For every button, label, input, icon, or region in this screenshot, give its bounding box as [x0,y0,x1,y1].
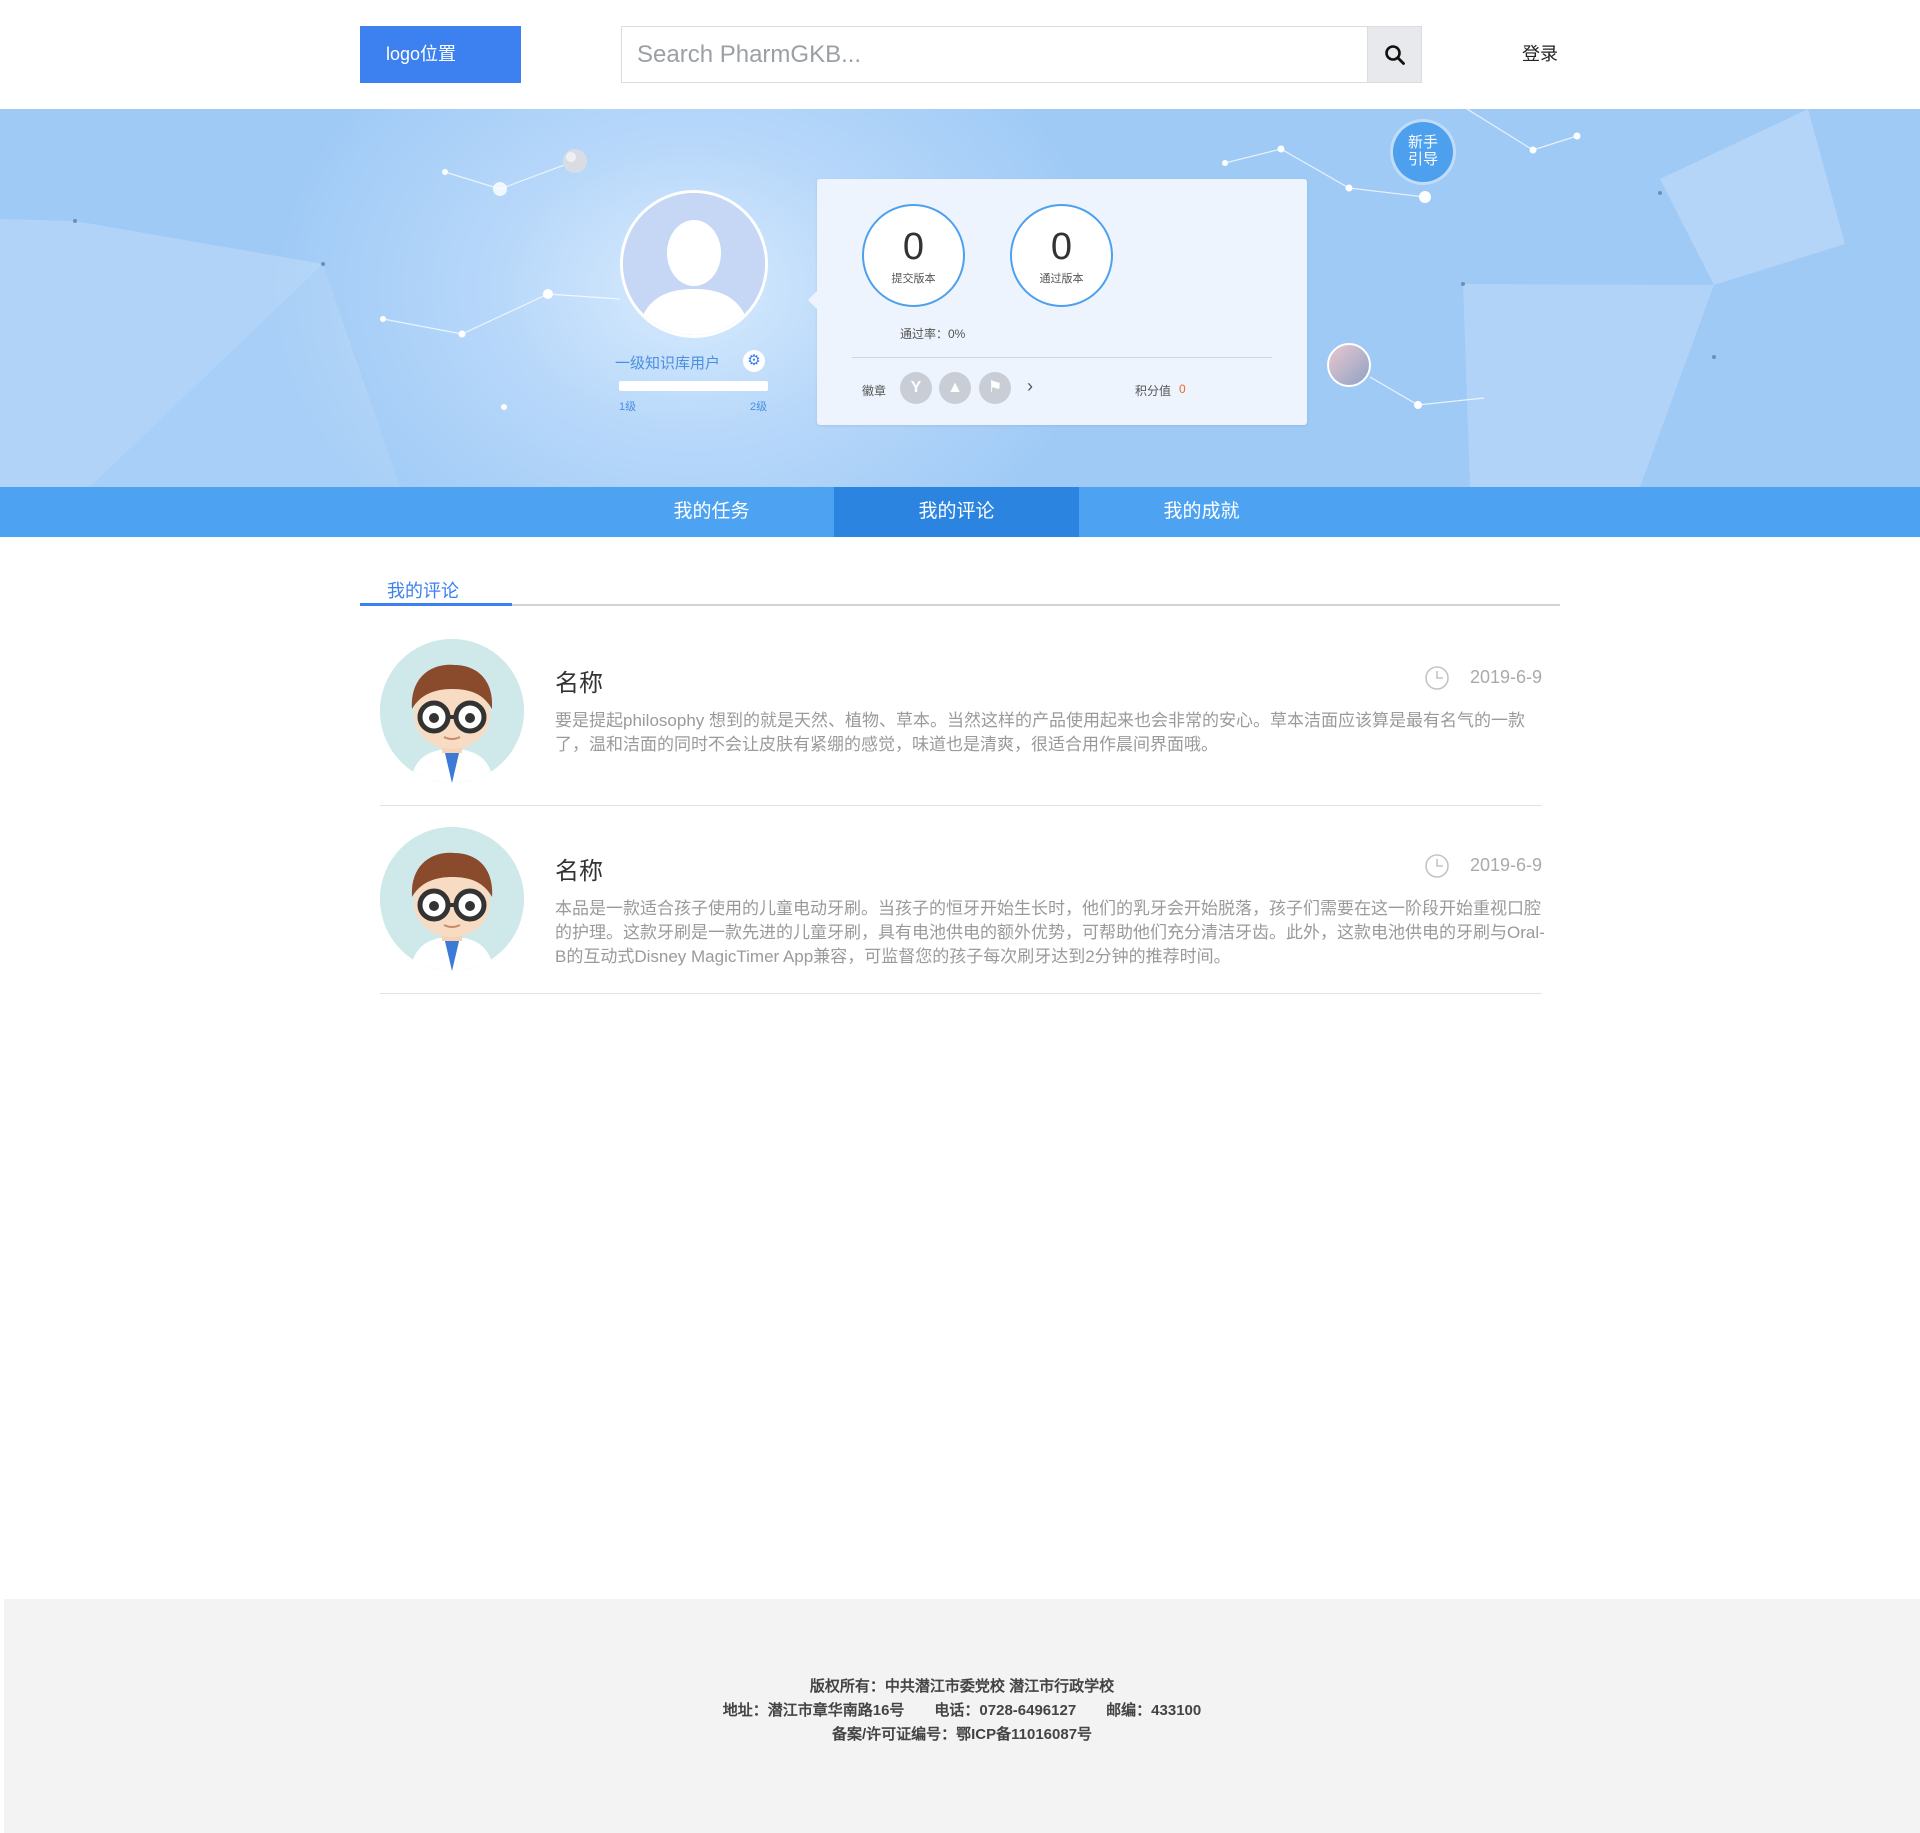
points-value: 0 [1179,382,1186,396]
profile-banner: 一级知识库用户 ⚙ 1级 2级 0 提交版本 0 通过版本 通过率：0% 徽章 … [0,109,1920,487]
gear-icon[interactable]: ⚙ [743,350,765,372]
stats-card: 0 提交版本 0 通过版本 通过率：0% 徽章 Y ▲ ⚑ › 积分值 0 [808,179,1307,425]
footer-copyright: 版权所有：中共潜江市委党校 潜江市行政学校 [809,1678,1115,1695]
tab-my-tasks[interactable]: 我的任务 [589,487,834,537]
level-progress-bar [619,381,768,391]
clock-icon [1425,666,1449,690]
section-title[interactable]: 我的评论 [387,577,459,603]
level-current: 1级 [619,401,637,413]
doctor-avatar-icon [380,827,524,971]
points-label: 积分值 [1135,384,1172,398]
passed-count: 0 [1050,226,1073,268]
guide-label-line1: 新手 [1407,134,1438,151]
chevron-right-icon[interactable]: › [1027,376,1033,397]
pass-rate: 通过率：0% [900,327,966,341]
commenter-name: 名称 [555,858,603,885]
card-divider [852,357,1272,358]
search-button[interactable] [1367,27,1421,82]
passed-stat[interactable]: 0 通过版本 [1010,204,1113,307]
login-link[interactable]: 登录 [1522,40,1558,66]
doctor-avatar-icon [380,639,524,783]
submitted-count: 0 [902,226,925,268]
tab-my-achievements[interactable]: 我的成就 [1079,487,1324,537]
comment-date: 2019-6-9 [1469,855,1542,875]
comment-item: 名称 2019-6-9 要是提起philosophy 想到的就是天然、植物、草本… [380,639,1542,806]
newbie-guide-button[interactable]: 新手 引导 [1393,122,1453,182]
comment-text: 本品是一款适合孩子使用的儿童电动牙刷。当孩子的恒牙开始生长时，他们的乳牙会开始脱… [555,899,1545,966]
comment-date: 2019-6-9 [1469,667,1542,687]
search-bar [621,26,1422,83]
passed-label: 通过版本 [1039,273,1084,285]
comment-item: 名称 2019-6-9 本品是一款适合孩子使用的儿童电动牙刷。当孩子的恒牙开始生… [380,827,1545,994]
section-underline [360,604,1560,606]
commenter-avatar [380,639,524,783]
guide-label-line2: 引导 [1407,151,1438,168]
clock-icon [1425,854,1449,878]
level-next: 2级 [750,401,768,413]
user-silhouette-icon [623,193,765,335]
badge-icon[interactable]: ▲ [939,372,971,404]
section-underline-active [360,603,512,606]
user-avatar[interactable] [620,190,768,338]
submitted-stat[interactable]: 0 提交版本 [862,204,965,307]
top-header: logo位置 登录 [0,0,1920,109]
footer-icp: 备案/许可证编号：鄂ICP备11016087号 [831,1726,1093,1743]
commenter-avatar [380,827,524,971]
comment-text: 要是提起philosophy 想到的就是天然、植物、草本。当然这样的产品使用起来… [555,711,1526,754]
tab-bar: 我的任务 我的评论 我的成就 [0,487,1920,537]
commenter-name: 名称 [555,670,603,697]
search-input[interactable] [622,27,1367,82]
badge-icon[interactable]: Y [900,372,932,404]
badge-icon[interactable]: ⚑ [979,372,1011,404]
username: 一级知识库用户 [615,355,721,372]
floating-avatar [1327,343,1371,387]
logo[interactable]: logo位置 [360,26,521,83]
search-icon [1384,44,1405,65]
footer-contact: 地址：潜江市章华南路16号 电话：0728-6496127 邮编：433100 [722,1702,1202,1719]
tab-my-comments[interactable]: 我的评论 [834,487,1079,537]
badges-label: 徽章 [862,384,887,398]
submitted-label: 提交版本 [891,273,936,285]
footer: 版权所有：中共潜江市委党校 潜江市行政学校 地址：潜江市章华南路16号 电话：0… [4,1599,1920,1833]
